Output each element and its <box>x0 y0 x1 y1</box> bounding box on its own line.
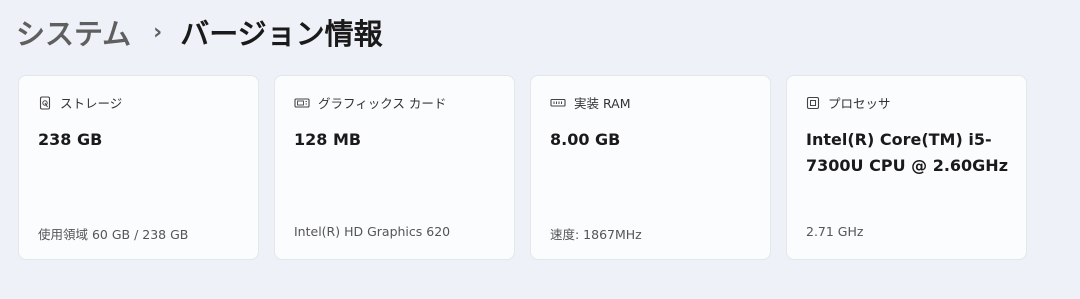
card-label: 実装 RAM <box>574 96 631 111</box>
card-label: ストレージ <box>60 96 123 111</box>
card-detail: Intel(R) HD Graphics 620 <box>294 224 451 239</box>
card-value: 238 GB <box>38 130 103 149</box>
card-value: Intel(R) Core(TM) i5-7300U CPU @ 2.60GHz <box>806 130 1009 175</box>
card-value: 8.00 GB <box>550 130 621 149</box>
storage-card[interactable]: ストレージ 238 GB 使用領域 60 GB / 238 GB <box>18 75 259 260</box>
card-value: 128 MB <box>294 130 362 149</box>
card-header: ストレージ <box>38 93 122 112</box>
ram-card[interactable]: 実装 RAM 8.00 GB 速度: 1867MHz <box>530 75 771 260</box>
card-header: 実装 RAM <box>550 93 631 112</box>
spec-cards: ストレージ 238 GB 使用領域 60 GB / 238 GB グラフィックス… <box>18 75 1027 260</box>
breadcrumb-parent-system[interactable]: システム <box>16 11 131 53</box>
breadcrumb-chevron-icon: › <box>153 19 163 45</box>
card-label: グラフィックス カード <box>318 96 447 111</box>
card-header: プロセッサ <box>806 93 891 112</box>
graphics-card-icon <box>294 96 310 110</box>
card-header: グラフィックス カード <box>294 93 446 112</box>
card-label: プロセッサ <box>828 96 891 111</box>
storage-drive-icon <box>38 95 52 110</box>
card-detail: 速度: 1867MHz <box>550 227 642 242</box>
card-detail: 2.71 GHz <box>806 224 864 239</box>
processor-card[interactable]: プロセッサ Intel(R) Core(TM) i5-7300U CPU @ 2… <box>786 75 1027 260</box>
memory-ram-icon <box>550 96 566 110</box>
graphics-card-card[interactable]: グラフィックス カード 128 MB Intel(R) HD Graphics … <box>274 75 515 260</box>
processor-chip-icon <box>806 96 820 110</box>
breadcrumb: システム › バージョン情報 <box>16 8 383 56</box>
card-detail: 使用領域 60 GB / 238 GB <box>38 227 189 242</box>
page-title: バージョン情報 <box>180 17 383 51</box>
